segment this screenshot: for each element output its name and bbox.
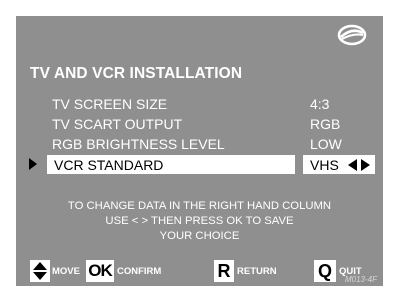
menu-item-tv-screen-size[interactable]: TV SCREEN SIZE 4:3 [16,94,383,114]
instruction-line: YOUR CHOICE [159,230,240,242]
instruction-line: TO CHANGE DATA IN THE RIGHT HAND COLUMN [67,200,332,212]
return-label: RETURN [237,266,277,277]
menu-item-value: LOW [310,136,342,152]
menu-item-label: TV SCREEN SIZE [52,96,168,112]
reference-code: M013-4F [344,275,377,284]
selection-pointer-icon [29,158,37,170]
menu-item-label: TV SCART OUTPUT [52,116,183,132]
up-down-arrows-icon [30,260,50,282]
ok-badge: OK [86,260,114,282]
q-badge: Q [314,260,336,282]
instructions: TO CHANGE DATA IN THE RIGHT HAND COLUMN … [16,199,383,244]
confirm-label: CONFIRM [117,266,162,277]
move-label: MOVE [52,266,80,277]
brand-logo-icon [337,24,367,46]
menu-item-label: RGB BRIGHTNESS LEVEL [52,136,225,152]
left-right-arrows-icon[interactable] [348,159,370,171]
r-badge: R [214,260,234,282]
key-legend: MOVE OK CONFIRM R RETURN Q QUIT [16,260,383,284]
instruction-line: USE < > THEN PRESS OK TO SAVE [105,215,294,227]
osd-screen: TV AND VCR INSTALLATION TV SCREEN SIZE 4… [16,16,383,286]
menu-item-label: VCR STANDARD [54,157,164,173]
menu-item-value: RGB [310,116,341,132]
menu-item-rgb-brightness-level[interactable]: RGB BRIGHTNESS LEVEL LOW [16,134,383,154]
menu-item-value: VHS [310,157,339,173]
menu-title: TV AND VCR INSTALLATION [30,65,243,82]
menu-item-value: 4:3 [310,96,330,112]
menu-item-tv-scart-output[interactable]: TV SCART OUTPUT RGB [16,114,383,134]
menu-item-vcr-standard[interactable]: VCR STANDARD VHS [16,155,383,175]
